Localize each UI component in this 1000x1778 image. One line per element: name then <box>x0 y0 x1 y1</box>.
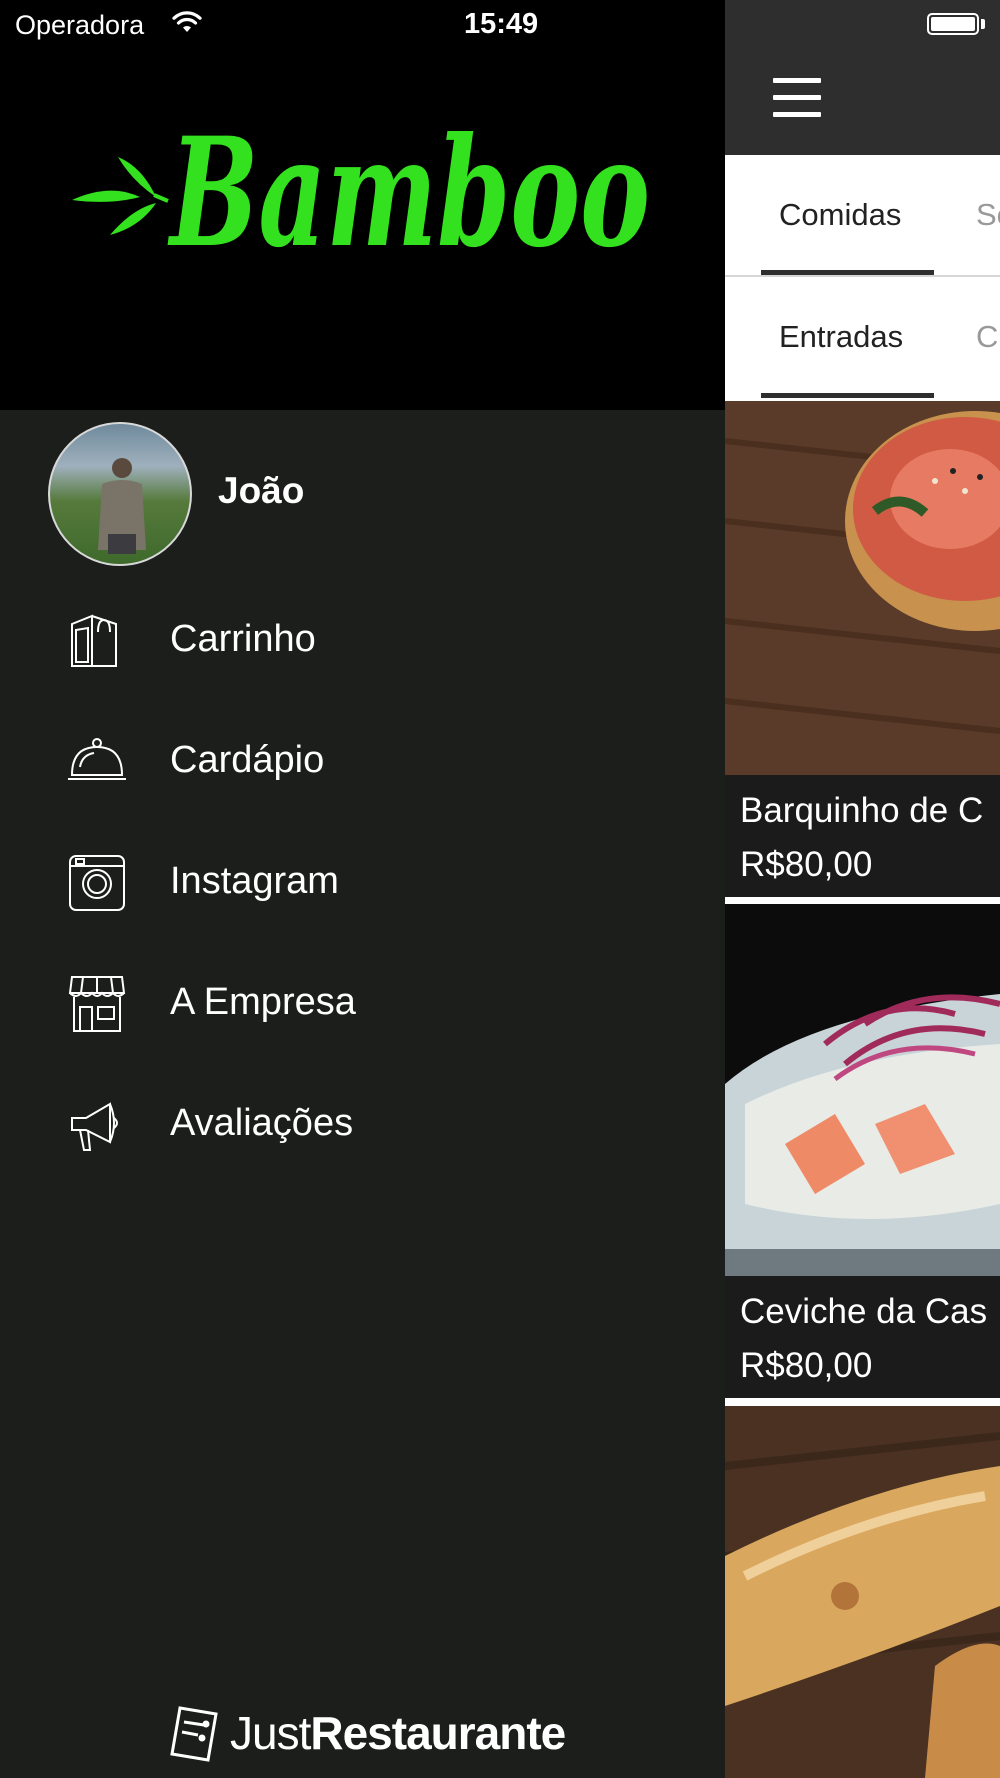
menu-label-cart: Carrinho <box>170 618 316 660</box>
menu-card-icon <box>170 1706 218 1762</box>
card-info: Barquinho de C R$80,00 <box>725 775 1000 897</box>
cloche-icon <box>68 738 126 780</box>
instagram-icon <box>69 855 125 911</box>
tab-second-category[interactable]: Se <box>976 197 1000 233</box>
brand-word-just: Just <box>230 1707 311 1759</box>
subcategory-tabs: Entradas C <box>725 277 1000 401</box>
battery-icon <box>927 13 979 35</box>
category-tabs: Comidas Se <box>725 155 1000 277</box>
menu-item-company[interactable]: A Empresa <box>0 943 725 1064</box>
card-title: Barquinho de C <box>740 791 984 830</box>
menu-item-card[interactable] <box>725 1406 1000 1778</box>
menu-label-instagram: Instagram <box>170 860 339 902</box>
justrestaurante-logo: JustRestaurante <box>168 1700 568 1764</box>
card-price: R$80,00 <box>740 845 873 884</box>
hamburger-menu-icon[interactable] <box>773 78 821 118</box>
menu-label-reviews: Avaliações <box>170 1102 354 1144</box>
side-drawer: Bamboo João Carrinho Cardápio Instagram … <box>0 0 725 1778</box>
storefront-icon <box>68 976 126 1032</box>
bamboo-logo: Bamboo <box>72 105 650 281</box>
user-name: João <box>218 470 305 511</box>
status-bar: Operadora 15:49 <box>0 0 1000 50</box>
wifi-icon <box>172 10 202 39</box>
logo-text: Bamboo <box>167 105 650 281</box>
menu-item-reviews[interactable]: Avaliações <box>0 1064 725 1185</box>
menu-label-menu: Cardápio <box>170 739 325 781</box>
megaphone-icon <box>71 1102 118 1151</box>
menu-item-menu[interactable]: Cardápio <box>0 701 725 822</box>
active-subtab-indicator <box>761 393 934 398</box>
dish-photo <box>725 1406 1000 1778</box>
dish-photo <box>725 401 1000 775</box>
active-tab-indicator <box>761 270 934 275</box>
menu-item-cart[interactable]: Carrinho <box>0 580 725 701</box>
main-content: Comidas Se Entradas C Barquinho de C R$8… <box>725 0 1000 1778</box>
card-title: Ceviche da Cas <box>740 1292 988 1331</box>
avatar[interactable] <box>48 422 192 566</box>
card-info: Ceviche da Cas R$80,00 <box>725 1276 1000 1398</box>
card-price: R$80,00 <box>740 1346 873 1385</box>
person-silhouette <box>98 458 146 554</box>
status-time: 15:49 <box>464 8 539 40</box>
battery-tip <box>981 19 985 29</box>
menu-item-card[interactable]: Barquinho de C R$80,00 <box>725 401 1000 897</box>
drawer-header: Bamboo <box>0 0 725 410</box>
drawer-menu: Carrinho Cardápio Instagram A Empresa Av… <box>0 580 725 1185</box>
dish-photo <box>725 904 1000 1276</box>
tab-comidas[interactable]: Comidas <box>779 197 901 233</box>
shopping-bag-icon <box>71 614 117 667</box>
carrier-name: Operadora <box>15 10 145 40</box>
menu-item-instagram[interactable]: Instagram <box>0 822 725 943</box>
user-profile[interactable]: João <box>48 422 648 567</box>
menu-item-card[interactable]: Ceviche da Cas R$80,00 <box>725 904 1000 1398</box>
tab-second-subcategory[interactable]: C <box>976 319 998 355</box>
tab-entradas[interactable]: Entradas <box>779 319 903 355</box>
menu-label-company: A Empresa <box>170 981 356 1023</box>
brand-word-restaurante: Restaurante <box>310 1707 566 1759</box>
brand-wordmark: JustRestaurante <box>230 1706 566 1760</box>
